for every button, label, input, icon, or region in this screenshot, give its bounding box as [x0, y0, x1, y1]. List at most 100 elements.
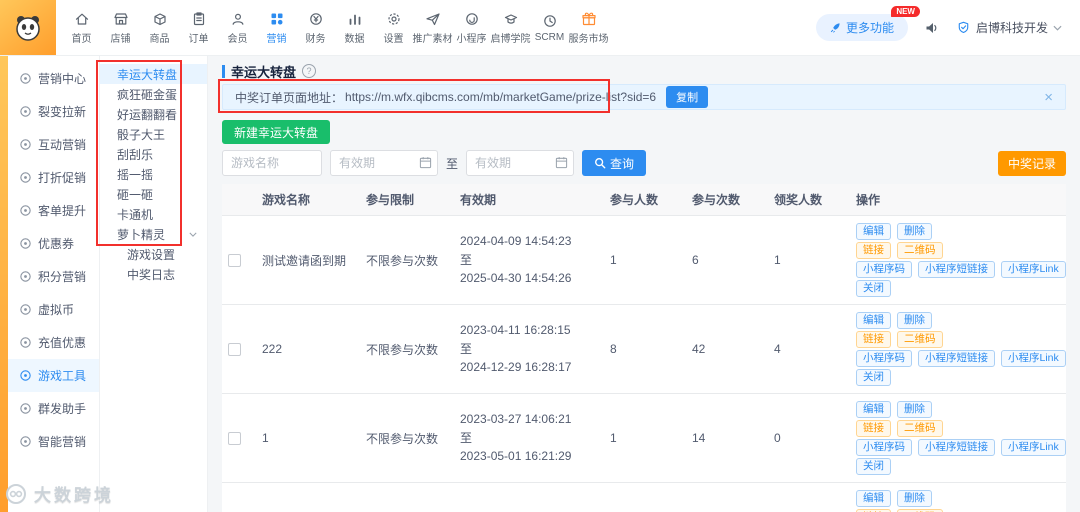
- submenu-item-smash[interactable]: 砸一砸: [100, 184, 207, 204]
- submenu-item-label: 摇一摇: [117, 167, 154, 182]
- row-checkbox[interactable]: [228, 254, 241, 268]
- mini-link-button[interactable]: 小程序Link: [1001, 261, 1066, 278]
- topnav-marketing[interactable]: 营销: [257, 11, 296, 45]
- column-header-participants: 参与人数: [604, 184, 686, 216]
- submenu-item-radish-elf[interactable]: 萝卜精灵: [100, 224, 207, 244]
- nav-label: SCRM: [534, 31, 565, 43]
- submenu-item-lucky-wheel[interactable]: 幸运大转盘: [100, 64, 207, 84]
- submenu-item-prize-log[interactable]: 中奖日志: [100, 264, 207, 284]
- sidebar-item-mass-message-assistant[interactable]: 群发助手: [8, 392, 99, 425]
- close-game-button[interactable]: 关闭: [856, 458, 891, 475]
- edit-button[interactable]: 编辑: [856, 223, 891, 240]
- sidebar-item-discount-promotion[interactable]: 打折促销: [8, 161, 99, 194]
- row-checkbox[interactable]: [228, 343, 241, 357]
- topnav-qibo-academy[interactable]: 启博学院: [491, 11, 531, 45]
- column-header-limit: 参与限制: [360, 184, 454, 216]
- sidebar-item-virtual-currency[interactable]: 虚拟币: [8, 293, 99, 326]
- copy-button[interactable]: 复制: [666, 86, 709, 108]
- close-game-button[interactable]: 关闭: [856, 280, 891, 297]
- sidebar-item-fission-growth[interactable]: 裂变拉新: [8, 95, 99, 128]
- topnav-products[interactable]: 商品: [140, 11, 179, 45]
- mini-code-button[interactable]: 小程序码: [856, 350, 912, 367]
- submenu-item-lucky-flip[interactable]: 好运翻翻看: [100, 104, 207, 124]
- sidebar-item-coupons[interactable]: 优惠券: [8, 227, 99, 260]
- link-button[interactable]: 链接: [856, 420, 891, 437]
- sidebar-item-game-tools[interactable]: 游戏工具: [8, 359, 99, 392]
- mini-code-button[interactable]: 小程序码: [856, 439, 912, 456]
- cell-participants: 1: [604, 482, 686, 512]
- help-icon[interactable]: ?: [302, 64, 317, 78]
- mini-short-link-button[interactable]: 小程序短链接: [918, 261, 995, 278]
- topnav-scrm[interactable]: SCRM: [530, 13, 569, 43]
- game-name-input[interactable]: [222, 150, 322, 176]
- topnav-orders[interactable]: 订单: [179, 11, 218, 45]
- validity-end: 2025-04-30 14:54:26: [460, 271, 572, 286]
- delete-button[interactable]: 删除: [897, 312, 932, 329]
- qrcode-button[interactable]: 二维码: [897, 242, 943, 259]
- academy-icon: [504, 13, 517, 24]
- search-button[interactable]: 查询: [582, 150, 647, 176]
- start-date-input[interactable]: [330, 150, 438, 176]
- topnav-mini-program[interactable]: 小程序: [452, 11, 491, 45]
- sidebar-item-label: 游戏工具: [38, 369, 87, 383]
- topnav-finance[interactable]: 财务: [296, 11, 335, 45]
- sidebar-item-marketing-center[interactable]: 营销中心: [8, 62, 99, 95]
- sidebar-item-label: 积分营销: [38, 270, 87, 284]
- mini-short-link-button[interactable]: 小程序短链接: [918, 350, 995, 367]
- submenu-item-dice-king[interactable]: 骰子大王: [100, 124, 207, 144]
- sidebar-item-order-boost[interactable]: 客单提升: [8, 194, 99, 227]
- banner-close-icon[interactable]: ×: [1044, 90, 1053, 105]
- edit-button[interactable]: 编辑: [856, 401, 891, 418]
- mini-link-button[interactable]: 小程序Link: [1001, 439, 1066, 456]
- cell-actions: 编辑删除 链接二维码 小程序码小程序短链接小程序Link 关闭: [850, 215, 1066, 305]
- qrcode-button[interactable]: 二维码: [897, 420, 943, 437]
- cell-game-name: 1: [256, 393, 360, 483]
- sidebar-item-points-marketing[interactable]: 积分营销: [8, 260, 99, 293]
- sidebar-item-label: 打折促销: [38, 171, 87, 185]
- edit-button[interactable]: 编辑: [856, 490, 891, 507]
- topnav-members[interactable]: 会员: [218, 11, 257, 45]
- topnav-data[interactable]: 数据: [335, 11, 374, 45]
- cell-times: 42: [686, 304, 768, 394]
- topnav-service-market[interactable]: 服务市场: [568, 11, 609, 45]
- delete-button[interactable]: 删除: [897, 401, 932, 418]
- topnav-home[interactable]: 首页: [62, 11, 101, 45]
- validity-to: 至: [460, 252, 473, 267]
- new-lucky-wheel-button[interactable]: 新建幸运大转盘: [222, 120, 331, 144]
- account-menu[interactable]: 启博科技开发: [956, 19, 1062, 36]
- delete-button[interactable]: 删除: [897, 490, 932, 507]
- row-checkbox[interactable]: [228, 432, 241, 446]
- sidebar-item-interactive-marketing[interactable]: 互动营销: [8, 128, 99, 161]
- mini-code-button[interactable]: 小程序码: [856, 261, 912, 278]
- data-icon: [349, 14, 360, 25]
- prize-records-button[interactable]: 中奖记录: [997, 150, 1066, 176]
- end-date-wrap: [466, 150, 575, 176]
- mini-link-button[interactable]: 小程序Link: [1001, 350, 1066, 367]
- end-date-input[interactable]: [466, 150, 575, 176]
- games-table: 游戏名称 参与限制 有效期 参与人数 参与次数 领奖人数 操作 测试邀请函到期: [222, 184, 1066, 512]
- nav-label: 服务市场: [568, 33, 609, 45]
- topnav-promo-material[interactable]: 推广素材: [413, 11, 453, 45]
- delete-button[interactable]: 删除: [897, 223, 932, 240]
- submenu-item-shake[interactable]: 摇一摇: [100, 164, 207, 184]
- topnav-settings[interactable]: 设置: [374, 11, 413, 45]
- app-logo[interactable]: [0, 0, 56, 55]
- sidebar-item-smart-marketing[interactable]: 智能营销: [8, 425, 99, 458]
- qrcode-button[interactable]: 二维码: [897, 331, 943, 348]
- more-features-button[interactable]: 更多功能 NEW: [815, 6, 920, 41]
- edit-button[interactable]: 编辑: [856, 312, 891, 329]
- submenu-item-scratch-card[interactable]: 刮刮乐: [100, 144, 207, 164]
- date-to-label: 至: [446, 156, 459, 171]
- mini-short-link-button[interactable]: 小程序短链接: [918, 439, 995, 456]
- link-button[interactable]: 链接: [856, 242, 891, 259]
- validity-end: 2024-12-29 16:28:17: [460, 360, 572, 375]
- close-game-button[interactable]: 关闭: [856, 369, 891, 386]
- topnav-store[interactable]: 店铺: [101, 11, 140, 45]
- sidebar-item-recharge-discount[interactable]: 充值优惠: [8, 326, 99, 359]
- submenu-item-claw-machine[interactable]: 卡通机: [100, 204, 207, 224]
- submenu-item-golden-egg[interactable]: 疯狂砸金蛋: [100, 84, 207, 104]
- announcement-speaker-icon[interactable]: [924, 20, 940, 36]
- cell-winners: 0: [768, 482, 850, 512]
- link-button[interactable]: 链接: [856, 331, 891, 348]
- submenu-item-game-settings[interactable]: 游戏设置: [100, 244, 207, 264]
